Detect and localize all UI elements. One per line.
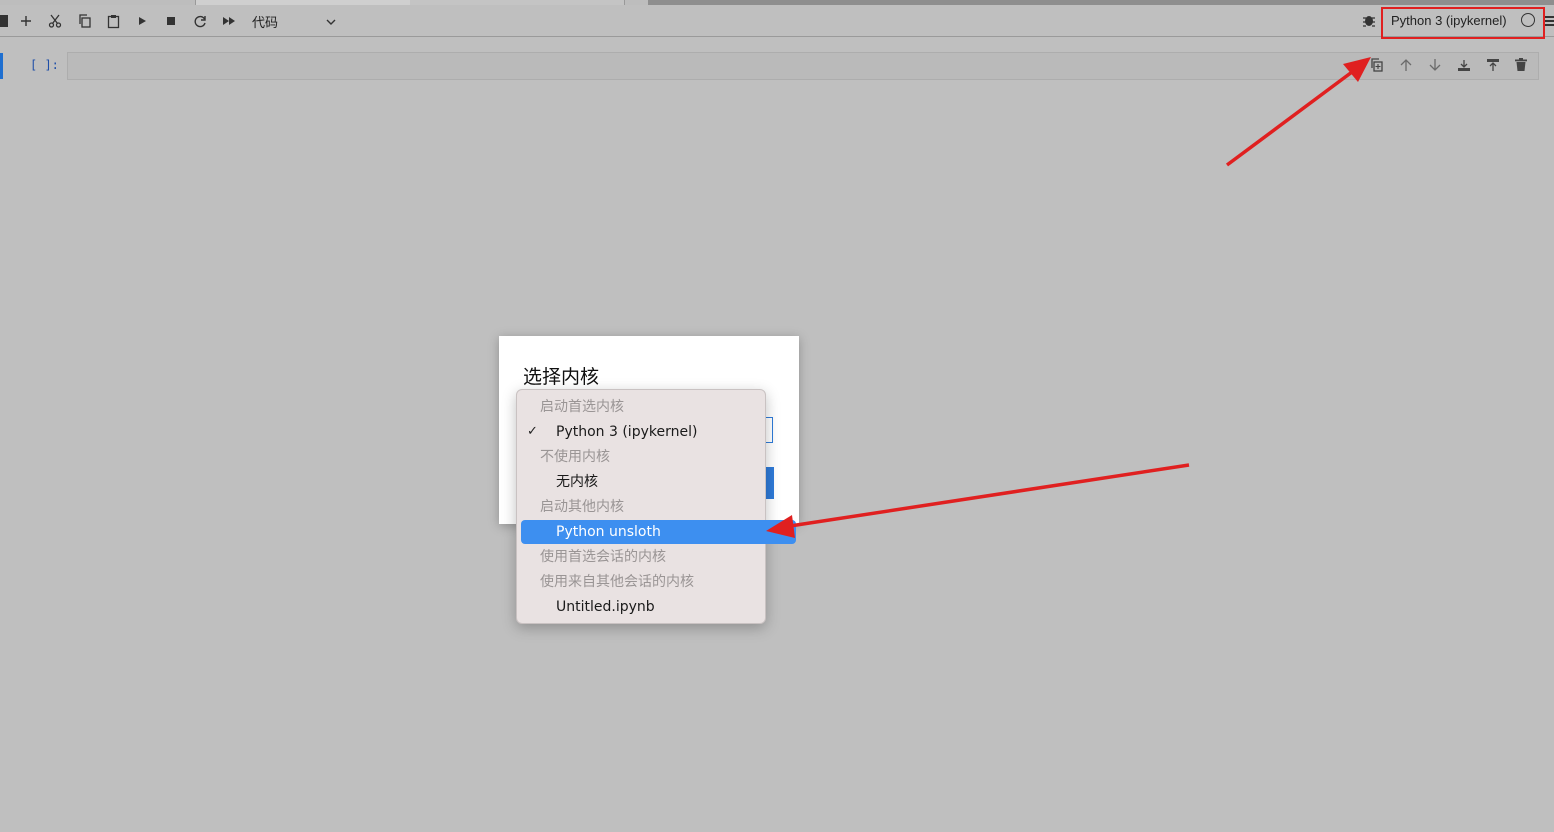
arrow-to-kernel-name	[1225, 57, 1371, 167]
arrow-to-python-unsloth	[766, 463, 1190, 538]
annotation-arrows	[766, 57, 1371, 538]
